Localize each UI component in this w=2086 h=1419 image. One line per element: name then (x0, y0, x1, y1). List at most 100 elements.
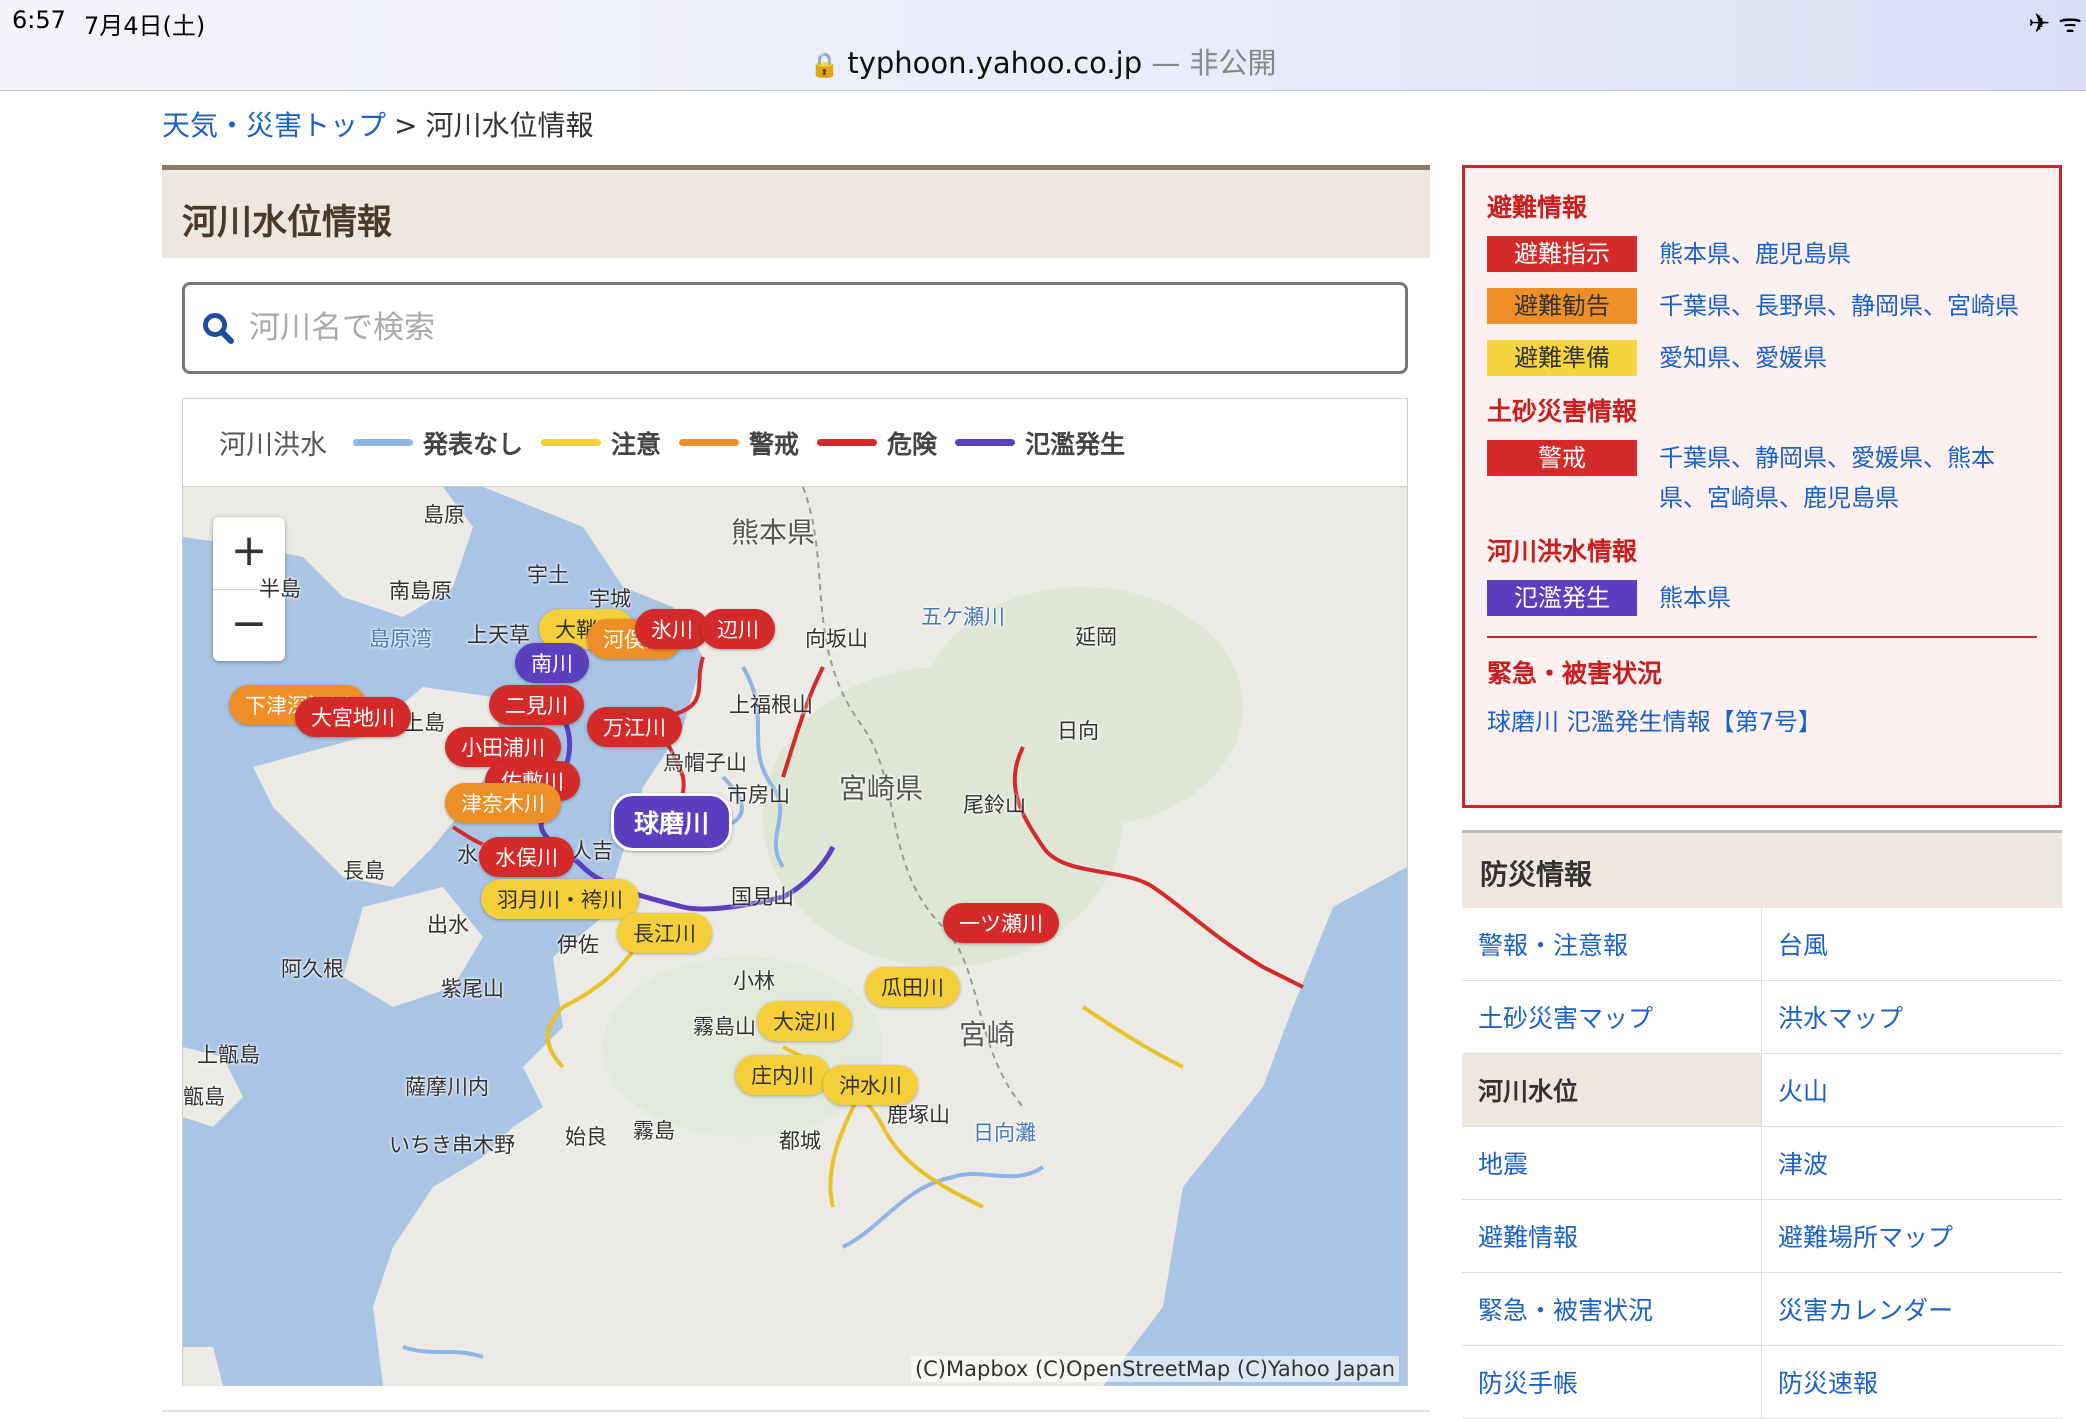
alert-section-title: 河川洪水情報 (1487, 537, 1638, 566)
alert-areas-link[interactable]: 千葉県、静岡県、愛媛県、熊本県、宮崎県、鹿児島県 (1659, 438, 2037, 518)
menu-item-sediment-map[interactable]: 土砂災害マップ (1462, 981, 1762, 1054)
map-label: 上福根山 (729, 693, 813, 717)
river-pin[interactable]: 沖水川 (823, 1065, 918, 1105)
river-pin-kuma[interactable]: 球磨川 (611, 793, 733, 851)
menu-title: 防災情報 (1462, 830, 2062, 908)
alert-areas-link[interactable]: 熊本県 (1659, 578, 1731, 618)
legend-item-warning: 警戒 (679, 425, 799, 461)
river-pin[interactable]: 辺川 (701, 609, 775, 649)
river-search-box[interactable] (182, 282, 1408, 374)
map-canvas[interactable]: + − 熊本県 宮崎県 島原 南島原 半島 宇土 宇城 上天草 島原湾 上島 向… (183, 487, 1407, 1386)
map-label: 始良 (565, 1125, 607, 1149)
menu-item-earthquake[interactable]: 地震 (1462, 1127, 1762, 1200)
search-input[interactable] (247, 309, 1351, 347)
menu-item-emergency[interactable]: 緊急・被害状況 (1462, 1273, 1762, 1346)
status-date: 7月4日(土) (84, 12, 206, 40)
map-label: 国見山 (731, 885, 794, 909)
legend-label: 危険 (887, 429, 938, 459)
alert-row: 避難指示 熊本県、鹿児島県 (1487, 236, 2037, 274)
map-label: 上甑島 (197, 1043, 260, 1067)
map-label: 出水 (427, 913, 469, 937)
lock-icon: 🔒 (809, 51, 840, 79)
url-bar[interactable]: 🔒 typhoon.yahoo.co.jp — 非公開 (0, 40, 2086, 82)
map-label: 半島 (259, 577, 301, 601)
legend-swatch (541, 439, 602, 446)
page-title: 河川水位情報 (162, 165, 1430, 258)
map-label: 宇土 (527, 563, 569, 587)
map-label: 都城 (779, 1129, 821, 1153)
map-label: 宮崎 (959, 1018, 1016, 1051)
menu-grid: 警報・注意報 台風 土砂災害マップ 洪水マップ 河川水位 火山 地震 津波 避難… (1462, 908, 2062, 1419)
alert-badge: 氾濫発生 (1487, 580, 1637, 616)
river-pin[interactable]: 瓜田川 (865, 967, 960, 1007)
legend-item-caution: 注意 (541, 425, 661, 461)
breadcrumb-top-link[interactable]: 天気・災害トップ (162, 109, 386, 142)
damage-report-link[interactable]: 球磨川 氾濫発生情報【第7号】 (1487, 702, 2037, 737)
alert-badge: 避難勧告 (1487, 288, 1637, 324)
legend-swatch (817, 439, 878, 446)
river-pin[interactable]: 大宮地川 (295, 697, 411, 737)
legend-label: 警戒 (749, 429, 800, 459)
map-label: 南島原 (389, 579, 452, 603)
divider (1487, 636, 2037, 638)
legend-swatch (353, 439, 413, 446)
alert-section-title: 避難情報 (1487, 193, 1588, 222)
alert-section-title: 土砂災害情報 (1487, 397, 1638, 426)
menu-item-typhoon[interactable]: 台風 (1762, 908, 2062, 981)
river-pin[interactable]: 氷川 (635, 609, 709, 649)
map-label: 島原 (423, 503, 465, 527)
menu-item-alerts[interactable]: 防災速報 (1762, 1346, 2062, 1419)
alert-row: 警戒 千葉県、静岡県、愛媛県、熊本県、宮崎県、鹿児島県 (1487, 440, 2037, 518)
status-time: 6:57 (12, 6, 66, 34)
map-label: 日向灘 (973, 1121, 1036, 1145)
river-level-panel: 河川水位情報 河川洪水 発表なし 注意 警戒 危険 氾濫発生 (162, 165, 1430, 1412)
river-pin[interactable]: 津奈木川 (445, 783, 561, 823)
menu-item-evacuation[interactable]: 避難情報 (1462, 1200, 1762, 1273)
map-label: 霧島 (633, 1119, 675, 1143)
browser-status-bar: 6:57 7月4日(土) ✈ ᯤ 🔒 typhoon.yahoo.co.jp — … (0, 0, 2086, 91)
menu-item-flood-map[interactable]: 洪水マップ (1762, 981, 2062, 1054)
alert-row: 避難勧告 千葉県、長野県、静岡県、宮崎県 (1487, 288, 2037, 326)
menu-item-tsunami[interactable]: 津波 (1762, 1127, 2062, 1200)
alert-badge: 避難準備 (1487, 340, 1637, 376)
legend-title: 河川洪水 (219, 430, 327, 461)
river-pin[interactable]: 南川 (515, 643, 589, 683)
map-label: 向坂山 (805, 627, 868, 651)
map-label: 長島 (343, 859, 385, 883)
alert-areas-link[interactable]: 愛知県、愛媛県 (1659, 338, 1827, 378)
legend-label: 氾濫発生 (1025, 429, 1126, 459)
map-label: 宮崎県 (839, 772, 924, 805)
menu-item-river-level[interactable]: 河川水位 (1462, 1054, 1762, 1127)
menu-item-handbook[interactable]: 防災手帳 (1462, 1346, 1762, 1419)
map-label: 紫尾山 (441, 977, 504, 1001)
map-label: 霧島山 (693, 1015, 756, 1039)
map-label: 尾鈴山 (963, 793, 1026, 817)
menu-item-volcano[interactable]: 火山 (1762, 1054, 2062, 1127)
river-pin[interactable]: 庄内川 (735, 1055, 830, 1095)
river-pin[interactable]: 万江川 (587, 707, 682, 747)
map-label: 延岡 (1075, 625, 1117, 649)
river-pin[interactable]: 二見川 (489, 685, 584, 725)
map-label: 熊本県 (731, 516, 816, 549)
legend-item-none: 発表なし (353, 425, 523, 461)
alert-section-title: 緊急・被害状況 (1487, 659, 1663, 688)
alert-badge: 警戒 (1487, 440, 1637, 476)
map-label: 烏帽子山 (663, 751, 747, 775)
menu-item-shelter-map[interactable]: 避難場所マップ (1762, 1200, 2062, 1273)
map-attribution: (C)Mapbox (C)OpenStreetMap (C)Yahoo Japa… (910, 1356, 1399, 1382)
river-pin[interactable]: 大淀川 (757, 1001, 852, 1041)
river-pin[interactable]: 一ツ瀬川 (943, 903, 1059, 943)
alert-areas-link[interactable]: 熊本県、鹿児島県 (1659, 234, 1851, 274)
menu-item-warnings[interactable]: 警報・注意報 (1462, 908, 1762, 981)
url-domain: typhoon.yahoo.co.jp (847, 46, 1143, 80)
river-pin[interactable]: 水俣川 (479, 837, 574, 877)
map-label: 薩摩川内 (405, 1075, 489, 1099)
map-legend: 河川洪水 発表なし 注意 警戒 危険 氾濫発生 (183, 399, 1407, 487)
alert-areas-link[interactable]: 千葉県、長野県、静岡県、宮崎県 (1659, 286, 2019, 326)
menu-item-calendar[interactable]: 災害カレンダー (1762, 1273, 2062, 1346)
river-pin[interactable]: 長江川 (617, 913, 712, 953)
river-pin[interactable]: 羽月川・袴川 (481, 879, 639, 919)
map-label: 島原湾 (369, 627, 432, 651)
map-label: 日向 (1057, 719, 1099, 743)
alert-summary-box: 避難情報 避難指示 熊本県、鹿児島県 避難勧告 千葉県、長野県、静岡県、宮崎県 … (1462, 165, 2062, 808)
